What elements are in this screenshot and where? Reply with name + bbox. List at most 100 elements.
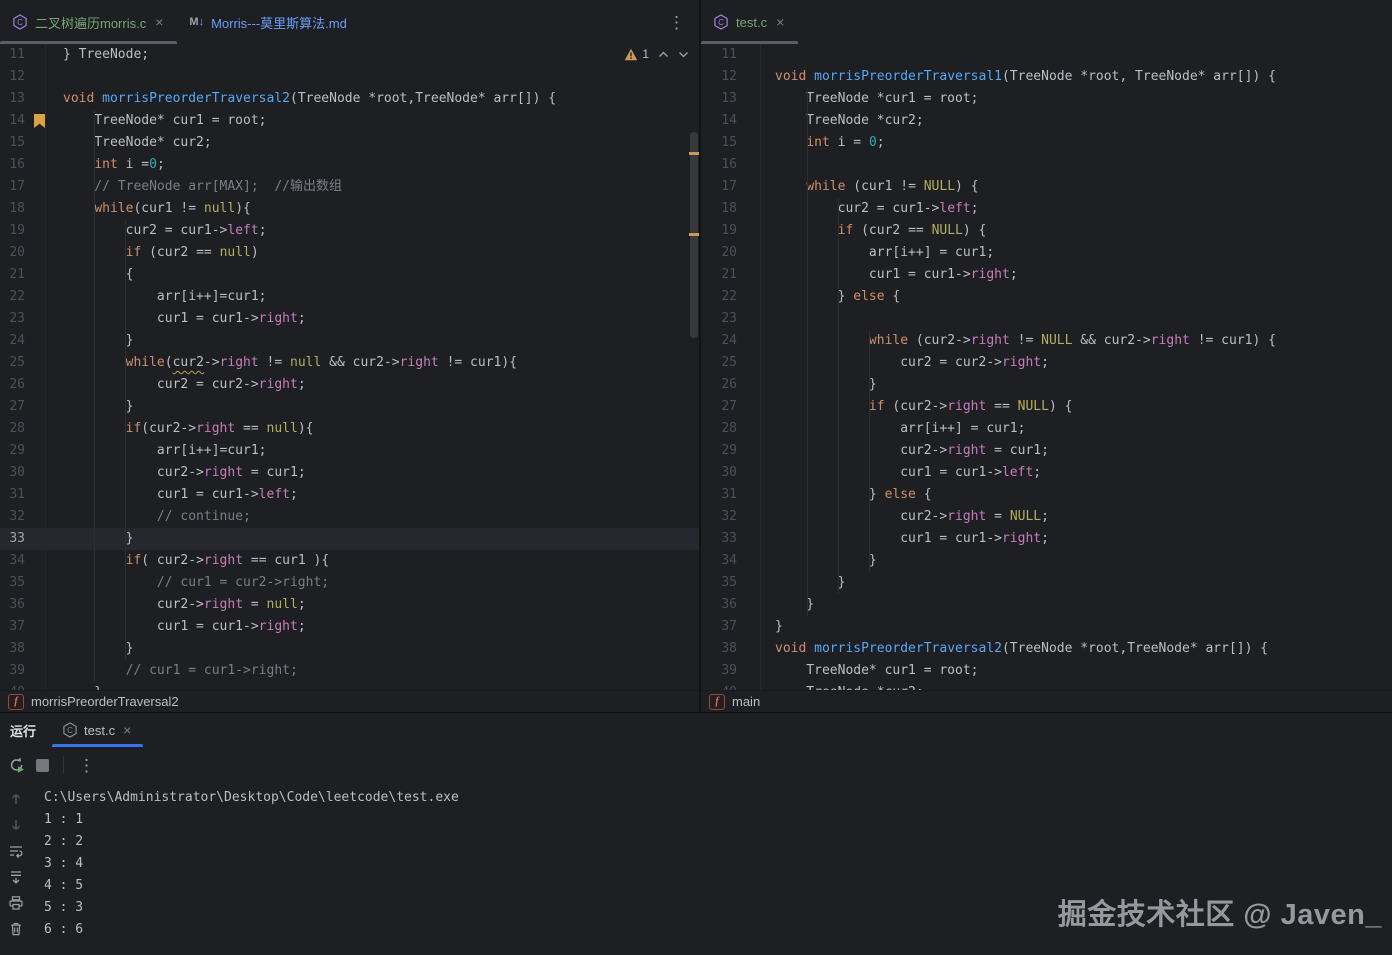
- close-icon[interactable]: ×: [153, 15, 165, 29]
- next-warning-chevron-down-icon[interactable]: [678, 51, 689, 58]
- code-text: int i = 0;: [761, 132, 885, 154]
- code-line[interactable]: 32 // continue;: [0, 506, 699, 528]
- run-tab-test-c[interactable]: C test.c ×: [52, 713, 143, 747]
- code-line[interactable]: 13 TreeNode *cur1 = root;: [701, 88, 1392, 110]
- code-line[interactable]: 26 cur2 = cur2->right;: [0, 374, 699, 396]
- scroll-to-end-icon[interactable]: [8, 869, 24, 885]
- indent-guide: [125, 220, 126, 660]
- code-line[interactable]: 31 cur1 = cur1->left;: [0, 484, 699, 506]
- code-line[interactable]: 25 while(cur2->right != null && cur2->ri…: [0, 352, 699, 374]
- code-line[interactable]: 19 cur2 = cur1->left;: [0, 220, 699, 242]
- code-line[interactable]: 40 TreeNode *cur2;: [701, 682, 1392, 690]
- soft-wrap-icon[interactable]: [8, 843, 24, 859]
- scrollbar-warning-mark[interactable]: [689, 233, 699, 236]
- code-text: cur1 = cur1->left;: [46, 484, 298, 506]
- tab-binary-tree-morris-c[interactable]: C 二叉树遍历morris.c ×: [0, 0, 177, 44]
- code-text: [761, 308, 775, 330]
- close-icon[interactable]: ×: [774, 15, 786, 29]
- code-line[interactable]: 14 TreeNode* cur1 = root;: [0, 110, 699, 132]
- code-line[interactable]: 39 // cur1 = cur1->right;: [0, 660, 699, 682]
- code-line[interactable]: 30 cur1 = cur1->left;: [701, 462, 1392, 484]
- code-line[interactable]: 17 // TreeNode arr[MAX]; //输出数组: [0, 176, 699, 198]
- code-line[interactable]: 38 }: [0, 638, 699, 660]
- code-line[interactable]: 11: [701, 44, 1392, 66]
- close-icon[interactable]: ×: [121, 723, 133, 737]
- code-line[interactable]: 26 }: [701, 374, 1392, 396]
- code-line[interactable]: 18 while(cur1 != null){: [0, 198, 699, 220]
- code-line[interactable]: 34 }: [701, 550, 1392, 572]
- code-line[interactable]: 28 if(cur2->right == null){: [0, 418, 699, 440]
- code-text: // cur1 = cur1->right;: [46, 660, 298, 682]
- line-number: 13: [0, 88, 46, 110]
- breadcrumb-function-name[interactable]: main: [732, 694, 760, 709]
- code-line[interactable]: 23: [701, 308, 1392, 330]
- code-line[interactable]: 24 while (cur2->right != NULL && cur2->r…: [701, 330, 1392, 352]
- code-line[interactable]: 36 }: [701, 594, 1392, 616]
- tab-morris-algorithm-md[interactable]: M↓ Morris---莫里斯算法.md: [177, 0, 358, 44]
- line-number: 14: [0, 110, 46, 132]
- code-line[interactable]: 16 int i =0;: [0, 154, 699, 176]
- code-line[interactable]: 21 {: [0, 264, 699, 286]
- code-line[interactable]: 12void morrisPreorderTraversal1(TreeNode…: [701, 66, 1392, 88]
- previous-warning-chevron-up-icon[interactable]: [658, 51, 669, 58]
- code-text: TreeNode* cur1 = root;: [46, 110, 267, 132]
- left-code-editor[interactable]: 1 11} TreeNode;1213void morrisPreorderTr…: [0, 44, 699, 690]
- code-line[interactable]: 31 } else {: [701, 484, 1392, 506]
- code-line[interactable]: 22 arr[i++]=cur1;: [0, 286, 699, 308]
- code-line[interactable]: 24 }: [0, 330, 699, 352]
- code-line[interactable]: 17 while (cur1 != NULL) {: [701, 176, 1392, 198]
- code-line[interactable]: 40 }: [0, 682, 699, 690]
- code-line[interactable]: 15 int i = 0;: [701, 132, 1392, 154]
- code-line[interactable]: 39 TreeNode* cur1 = root;: [701, 660, 1392, 682]
- code-line[interactable]: 27 if (cur2->right == NULL) {: [701, 396, 1392, 418]
- code-line[interactable]: 16: [701, 154, 1392, 176]
- code-line[interactable]: 32 cur2->right = NULL;: [701, 506, 1392, 528]
- tab-label: test.c: [736, 15, 767, 30]
- code-line[interactable]: 35 // cur1 = cur2->right;: [0, 572, 699, 594]
- code-line[interactable]: 29 arr[i++]=cur1;: [0, 440, 699, 462]
- run-options-kebab-icon[interactable]: ⋮: [78, 757, 95, 774]
- code-line[interactable]: 20 arr[i++] = cur1;: [701, 242, 1392, 264]
- code-line[interactable]: 14 TreeNode *cur2;: [701, 110, 1392, 132]
- right-code-editor[interactable]: 1112void morrisPreorderTraversal1(TreeNo…: [701, 44, 1392, 690]
- run-tool-window-title[interactable]: 运行: [10, 721, 36, 740]
- stop-button-icon[interactable]: [36, 759, 49, 772]
- code-line[interactable]: 19 if (cur2 == NULL) {: [701, 220, 1392, 242]
- breadcrumb-function-name[interactable]: morrisPreorderTraversal2: [31, 694, 179, 709]
- right-breadcrumb[interactable]: f main: [701, 690, 1392, 712]
- code-line[interactable]: 33 }: [0, 528, 699, 550]
- code-line[interactable]: 34 if( cur2->right == cur1 ){: [0, 550, 699, 572]
- code-line[interactable]: 29 cur2->right = cur1;: [701, 440, 1392, 462]
- down-stack-trace-icon[interactable]: [8, 817, 24, 833]
- code-line[interactable]: 37 cur1 = cur1->right;: [0, 616, 699, 638]
- left-breadcrumb[interactable]: f morrisPreorderTraversal2: [0, 690, 699, 712]
- up-stack-trace-icon[interactable]: [8, 791, 24, 807]
- bookmark-icon[interactable]: [34, 114, 45, 128]
- code-line[interactable]: 23 cur1 = cur1->right;: [0, 308, 699, 330]
- code-line[interactable]: 33 cur1 = cur1->right;: [701, 528, 1392, 550]
- print-icon[interactable]: [8, 895, 24, 911]
- inspections-widget[interactable]: 1: [624, 47, 689, 61]
- code-line[interactable]: 22 } else {: [701, 286, 1392, 308]
- tab-test-c[interactable]: C test.c ×: [701, 0, 798, 44]
- code-line[interactable]: 37}: [701, 616, 1392, 638]
- code-line[interactable]: 25 cur2 = cur2->right;: [701, 352, 1392, 374]
- code-text: cur2 = cur1->left;: [761, 198, 979, 220]
- code-line[interactable]: 28 arr[i++] = cur1;: [701, 418, 1392, 440]
- code-line[interactable]: 12: [0, 66, 699, 88]
- code-line[interactable]: 30 cur2->right = cur1;: [0, 462, 699, 484]
- code-line[interactable]: 18 cur2 = cur1->left;: [701, 198, 1392, 220]
- code-line[interactable]: 13void morrisPreorderTraversal2(TreeNode…: [0, 88, 699, 110]
- code-line[interactable]: 36 cur2->right = null;: [0, 594, 699, 616]
- code-line[interactable]: 15 TreeNode* cur2;: [0, 132, 699, 154]
- code-line[interactable]: 11} TreeNode;: [0, 44, 699, 66]
- code-line[interactable]: 35 }: [701, 572, 1392, 594]
- clear-console-trash-icon[interactable]: [8, 921, 24, 937]
- code-line[interactable]: 21 cur1 = cur1->right;: [701, 264, 1392, 286]
- code-line[interactable]: 27 }: [0, 396, 699, 418]
- code-line[interactable]: 38void morrisPreorderTraversal2(TreeNode…: [701, 638, 1392, 660]
- rerun-button-icon[interactable]: [8, 756, 26, 774]
- code-line[interactable]: 20 if (cur2 == null): [0, 242, 699, 264]
- tab-options-kebab-icon[interactable]: ⋮: [668, 14, 685, 31]
- scrollbar-warning-mark[interactable]: [689, 152, 699, 155]
